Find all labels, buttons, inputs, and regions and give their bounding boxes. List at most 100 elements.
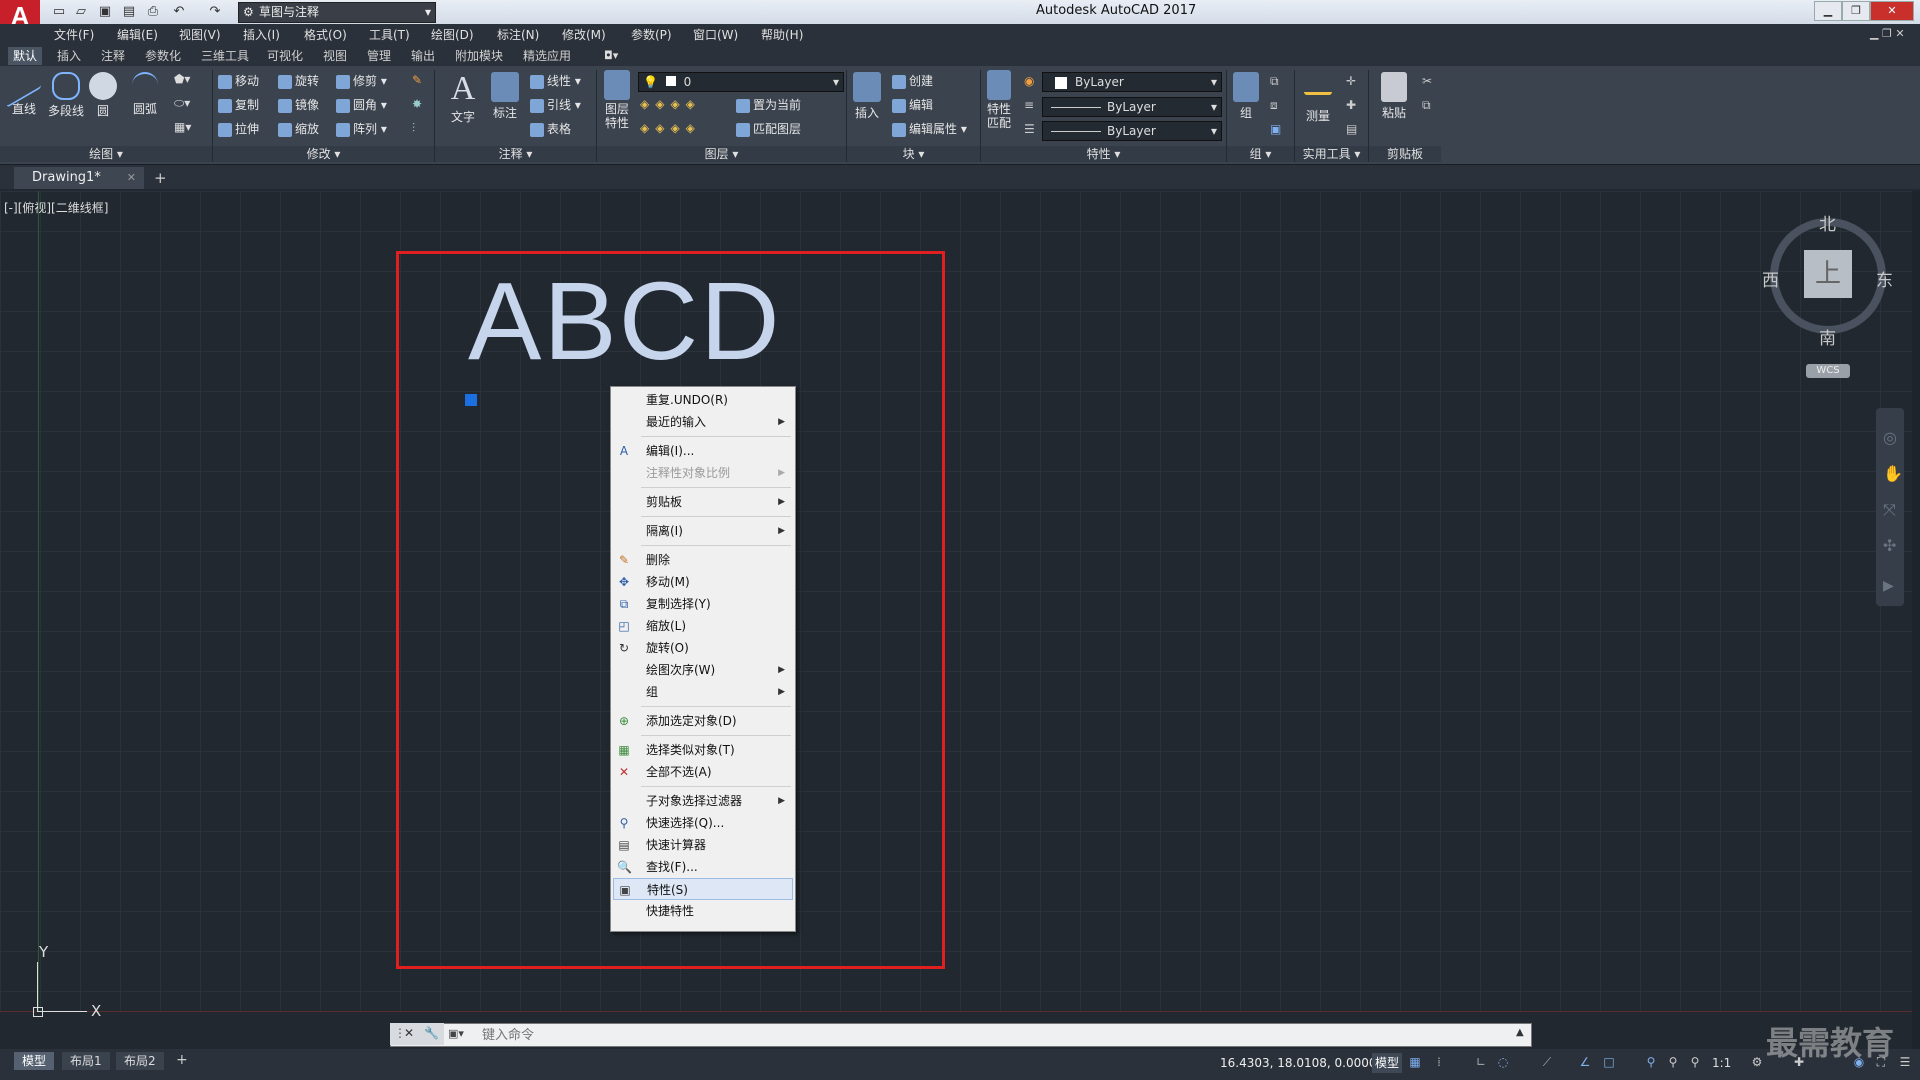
tab-model-layout[interactable]: 模型	[14, 1052, 55, 1070]
menu-draw[interactable]: 绘图(D)	[431, 26, 474, 44]
add-layout-button[interactable]: +	[176, 1052, 188, 1068]
leader-button[interactable]: 引线 ▾	[530, 97, 581, 113]
command-prompt-icon[interactable]: ▣▾	[448, 1027, 464, 1040]
doc-window-controls[interactable]: ▁ ❐ ✕	[1870, 27, 1905, 40]
ctx-quick-properties[interactable]: 快捷特性	[611, 900, 795, 922]
tab-view[interactable]: 视图	[318, 47, 352, 65]
close-button[interactable]: ✕	[1870, 1, 1914, 21]
ctx-find[interactable]: 🔍 查找(F)...	[611, 856, 795, 878]
erase-icon[interactable]: ✎	[412, 73, 422, 87]
model-space-toggle[interactable]: 模型	[1372, 1053, 1403, 1073]
command-history-icon[interactable]: ▲	[1516, 1027, 1524, 1038]
rotate-button[interactable]: 旋转	[278, 73, 319, 89]
redo-icon[interactable]: ↷	[206, 3, 224, 21]
match-layer-button[interactable]: 匹配图层	[736, 121, 801, 137]
create-block-button[interactable]: 创建	[892, 73, 933, 89]
set-current-button[interactable]: 置为当前	[736, 97, 801, 113]
groups-panel-title[interactable]: 组 ▾	[1227, 146, 1294, 162]
ctx-properties[interactable]: ▣ 特性(S)	[613, 878, 793, 900]
snap-icon[interactable]: ⁞	[1432, 1055, 1446, 1069]
tab-3d-tools[interactable]: 三维工具	[196, 47, 254, 65]
tab-insert[interactable]: 插入	[52, 47, 86, 65]
trim-button[interactable]: 修剪 ▾	[336, 73, 387, 89]
menu-file[interactable]: 文件(F)	[54, 26, 94, 44]
annotation-visibility-icon[interactable]: ⚲	[1644, 1055, 1658, 1069]
layers-panel-title[interactable]: 图层 ▾	[597, 146, 846, 162]
point-icon[interactable]: ✚	[1346, 98, 1356, 112]
polyline-button[interactable]: 多段线	[44, 72, 88, 119]
layer-tools-icons-row2[interactable]: ◈◈◈◈	[640, 121, 701, 135]
edit-attributes-button[interactable]: 编辑属性 ▾	[892, 121, 967, 137]
stretch-button[interactable]: 拉伸	[218, 121, 259, 137]
ellipse-icon[interactable]: ⬭▾	[174, 96, 190, 111]
ctx-scale[interactable]: ◰ 缩放(L)	[611, 615, 795, 637]
tab-output[interactable]: 输出	[406, 47, 440, 65]
layer-properties-button[interactable]: 图层特性	[600, 70, 634, 130]
ctx-move[interactable]: ✥ 移动(M)	[611, 571, 795, 593]
explode-icon[interactable]: ✸	[412, 97, 422, 111]
utilities-panel-title[interactable]: 实用工具 ▾	[1295, 146, 1368, 162]
circle-button[interactable]: 圆	[88, 72, 118, 119]
offset-icon[interactable]: ⫶	[412, 121, 415, 136]
new-icon[interactable]: ▭	[50, 3, 68, 21]
linetype-dropdown[interactable]: ByLayer ▾	[1042, 97, 1222, 117]
measure-button[interactable]: 测量	[1300, 72, 1336, 124]
restore-button[interactable]: ❐	[1842, 1, 1870, 21]
compass-north[interactable]: 北	[1819, 210, 1836, 235]
menu-parametric[interactable]: 参数(P)	[631, 26, 672, 44]
calculator-small-icon[interactable]: ▤	[1346, 122, 1357, 136]
edit-block-button[interactable]: 编辑	[892, 97, 933, 113]
arc-button[interactable]: 圆弧	[128, 72, 162, 117]
annotation-panel-title[interactable]: 注释 ▾	[435, 146, 596, 162]
saveas-icon[interactable]: ▤	[120, 3, 138, 21]
ctx-subobject-filter[interactable]: 子对象选择过滤器 ▶	[611, 790, 795, 812]
save-icon[interactable]: ▣	[96, 3, 114, 21]
line-button[interactable]: 直线	[6, 62, 42, 117]
draw-panel-title[interactable]: 绘图 ▾	[0, 146, 212, 162]
ctx-rotate[interactable]: ↻ 旋转(O)	[611, 637, 795, 659]
canvas-scrollbar[interactable]	[1912, 191, 1920, 1049]
fillet-button[interactable]: 圆角 ▾	[336, 97, 387, 113]
menu-insert[interactable]: 插入(I)	[243, 26, 280, 44]
color-dropdown[interactable]: ByLayer ▾	[1042, 72, 1222, 92]
ctx-clipboard[interactable]: 剪贴板 ▶	[611, 491, 795, 513]
grid-icon[interactable]: ▦	[1408, 1055, 1422, 1069]
modify-panel-title[interactable]: 修改 ▾	[213, 146, 434, 162]
object-snap-tracking-icon[interactable]: ∠	[1578, 1055, 1592, 1069]
customization-icon[interactable]: ☰	[1898, 1055, 1912, 1069]
autoscale-icon[interactable]: ⚲	[1666, 1055, 1680, 1069]
hatch-icon[interactable]: ▦▾	[174, 120, 191, 134]
text-grip-handle[interactable]	[465, 394, 477, 406]
compass-south[interactable]: 南	[1819, 324, 1836, 349]
copy-button[interactable]: 复制	[218, 97, 259, 113]
id-point-icon[interactable]: ✛	[1346, 74, 1356, 88]
compass-east[interactable]: 东	[1876, 266, 1893, 291]
isodraft-icon[interactable]: ⟋	[1540, 1055, 1554, 1069]
gear-icon[interactable]: ⚙	[1750, 1055, 1764, 1069]
ctx-repeat-undo[interactable]: 重复.UNDO(R)	[611, 389, 795, 411]
ortho-icon[interactable]: ∟	[1474, 1055, 1488, 1069]
group-button[interactable]: 组	[1230, 72, 1262, 121]
ctx-annotative-scale[interactable]: 注释性对象比例 ▶	[611, 462, 795, 484]
menu-dimension[interactable]: 标注(N)	[497, 26, 539, 44]
layer-dropdown[interactable]: 💡 0 ▾	[638, 72, 844, 92]
group-select-icon[interactable]: ▣	[1270, 122, 1281, 136]
ctx-quick-calc[interactable]: ▤ 快速计算器	[611, 834, 795, 856]
ctx-add-selected[interactable]: ⊕ 添加选定对象(D)	[611, 710, 795, 732]
menu-help[interactable]: 帮助(H)	[761, 26, 803, 44]
pan-hand-icon[interactable]: ✋	[1883, 464, 1903, 483]
command-input[interactable]	[480, 1025, 1284, 1045]
polar-icon[interactable]: ◌	[1496, 1055, 1510, 1069]
annotation-scale[interactable]: 1:1	[1712, 1053, 1731, 1073]
block-panel-title[interactable]: 块 ▾	[847, 146, 980, 162]
cut-icon[interactable]: ✂	[1422, 74, 1432, 88]
paste-button[interactable]: 粘贴	[1374, 72, 1414, 121]
move-button[interactable]: 移动	[218, 73, 259, 89]
ctx-draw-order[interactable]: 绘图次序(W) ▶	[611, 659, 795, 681]
print-icon[interactable]: ⎙	[144, 3, 162, 21]
layer-tools-icons[interactable]: ◈◈◈◈	[640, 97, 701, 111]
ctx-deselect-all[interactable]: ✕ 全部不选(A)	[611, 761, 795, 783]
zoom-extents-icon[interactable]: ⤧	[1883, 500, 1896, 520]
new-tab-button[interactable]: +	[154, 169, 167, 187]
insert-button[interactable]: 插入	[850, 72, 884, 121]
